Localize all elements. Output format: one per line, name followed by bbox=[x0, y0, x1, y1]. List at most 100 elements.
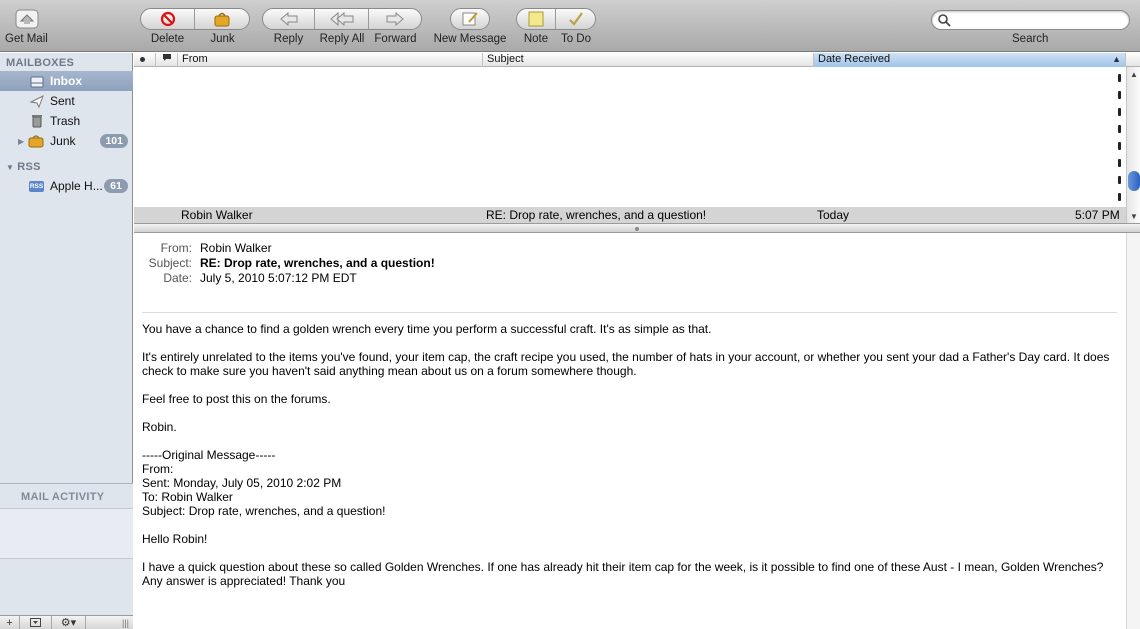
sidebar-item-label: Sent bbox=[50, 94, 75, 108]
search-label: Search bbox=[1012, 33, 1049, 45]
get-mail-button[interactable]: Get Mail bbox=[5, 8, 48, 45]
sidebar-resize-handle[interactable]: ||| bbox=[86, 616, 133, 629]
unread-dot-icon bbox=[140, 57, 145, 62]
rss-header[interactable]: ▼ RSS bbox=[6, 161, 41, 173]
sidebar: MAILBOXES Inbox Sent Trash ▶ Junk 101 ▼ R… bbox=[0, 53, 133, 629]
forward-button[interactable] bbox=[369, 9, 421, 29]
junk-label: Junk bbox=[210, 33, 235, 45]
get-mail-label: Get Mail bbox=[5, 33, 48, 45]
from-column-header[interactable]: From bbox=[178, 53, 483, 67]
gear-icon: ⚙▾ bbox=[60, 617, 77, 629]
sidebar-item-label: Inbox bbox=[50, 74, 82, 88]
mailboxes-header: MAILBOXES bbox=[6, 57, 75, 69]
toolbar: Get Mail Delete Junk Reply Reply All For… bbox=[0, 0, 1140, 52]
add-mailbox-button[interactable]: + bbox=[0, 616, 20, 629]
mail-activity-panel: MAIL ACTIVITY bbox=[0, 483, 133, 629]
message-scrollbar[interactable] bbox=[1126, 233, 1140, 629]
flag-icon bbox=[1118, 176, 1121, 184]
splitter-grip-icon bbox=[635, 227, 639, 231]
reply-arrow-icon bbox=[279, 12, 298, 26]
disclosure-triangle-icon[interactable]: ▶ bbox=[18, 137, 24, 146]
junk-button[interactable] bbox=[195, 9, 249, 29]
disclosure-triangle-icon[interactable]: ▼ bbox=[6, 163, 14, 172]
inbox-tray-icon bbox=[30, 76, 44, 87]
reply-label: Reply bbox=[273, 33, 304, 45]
note-button[interactable] bbox=[517, 9, 557, 29]
row-time: 5:07 PM bbox=[1075, 208, 1120, 222]
from-value[interactable]: Robin Walker bbox=[200, 241, 272, 255]
selected-message-row[interactable]: Robin Walker RE: Drop rate, wrenches, an… bbox=[134, 207, 1126, 223]
sidebar-item-sent[interactable]: Sent bbox=[0, 91, 133, 111]
flag-icon bbox=[1118, 74, 1121, 82]
body-paragraph: I have a quick question about these so c… bbox=[142, 560, 1104, 574]
body-paragraph: Any answer is appreciated! Thank you bbox=[142, 574, 346, 588]
replied-column[interactable] bbox=[156, 53, 178, 67]
delete-button[interactable] bbox=[141, 9, 196, 29]
message-list-scrollbar[interactable]: ▲ ▼ bbox=[1126, 67, 1140, 223]
sort-ascending-icon: ▲ bbox=[1112, 54, 1121, 64]
row-subject: RE: Drop rate, wrenches, and a question! bbox=[486, 208, 707, 222]
original-from: From: bbox=[142, 462, 174, 476]
note-icon bbox=[528, 11, 544, 27]
mail-activity-header: MAIL ACTIVITY bbox=[21, 491, 105, 503]
reply-all-button[interactable] bbox=[315, 9, 369, 29]
unread-count-badge: 61 bbox=[104, 179, 128, 193]
sidebar-item-label: Junk bbox=[50, 134, 76, 148]
sidebar-item-inbox[interactable]: Inbox bbox=[0, 71, 133, 91]
sidebar-action-bar: + ⚙▾ ||| bbox=[0, 615, 133, 629]
date-received-column-header[interactable]: Date Received ▲ bbox=[814, 53, 1126, 67]
flag-icon bbox=[1118, 125, 1121, 133]
message-viewer: From: Robin Walker Subject: RE: Drop rat… bbox=[134, 233, 1140, 629]
date-value: July 5, 2010 5:07:12 PM EDT bbox=[200, 271, 357, 285]
reply-button[interactable] bbox=[263, 9, 316, 29]
show-hide-button[interactable] bbox=[20, 616, 52, 629]
date-key: Date: bbox=[163, 271, 192, 285]
sidebar-item-label: Trash bbox=[50, 114, 81, 128]
trash-can-icon bbox=[32, 115, 42, 128]
plus-icon: + bbox=[6, 616, 13, 629]
unread-count-badge: 101 bbox=[100, 134, 128, 148]
scroll-down-arrow-icon[interactable]: ▼ bbox=[1127, 209, 1140, 223]
pane-splitter[interactable] bbox=[134, 223, 1140, 233]
scroll-up-arrow-icon[interactable]: ▲ bbox=[1127, 67, 1140, 81]
message-list-header: From Subject Date Received ▲ bbox=[134, 53, 1140, 67]
message-list[interactable] bbox=[134, 67, 1126, 207]
sidebar-item-trash[interactable]: Trash bbox=[0, 111, 133, 131]
scroll-thumb[interactable] bbox=[1128, 171, 1140, 191]
search-field[interactable] bbox=[931, 10, 1130, 30]
sidebar-item-apple-hot-news[interactable]: RSS Apple H... 61 bbox=[0, 176, 133, 196]
body-paragraph: You have a chance to find a golden wrenc… bbox=[142, 322, 712, 336]
subject-column-header[interactable]: Subject bbox=[483, 53, 814, 67]
note-label: Note bbox=[523, 33, 549, 45]
new-message-label: New Message bbox=[433, 33, 507, 45]
forward-label: Forward bbox=[374, 33, 417, 45]
todo-button[interactable] bbox=[556, 9, 595, 29]
read-status-column[interactable] bbox=[134, 53, 156, 67]
get-mail-icon bbox=[15, 9, 39, 29]
body-paragraph: It's entirely unrelated to the items you… bbox=[142, 350, 1110, 364]
action-menu-button[interactable]: ⚙▾ bbox=[52, 616, 86, 629]
new-message-button[interactable] bbox=[450, 8, 490, 30]
rss-feed-icon: RSS bbox=[29, 180, 44, 192]
compose-icon bbox=[462, 12, 478, 26]
original-message-header: -----Original Message----- bbox=[142, 448, 276, 462]
body-paragraph: Hello Robin! bbox=[142, 532, 208, 546]
speech-bubble-icon bbox=[163, 54, 171, 61]
row-date: Today bbox=[817, 208, 850, 222]
todo-label: To Do bbox=[560, 33, 592, 45]
original-subject: Subject: Drop rate, wrenches, and a ques… bbox=[142, 504, 386, 518]
flag-icon bbox=[1118, 91, 1121, 99]
subject-value: RE: Drop rate, wrenches, and a question! bbox=[200, 256, 435, 270]
date-received-label: Date Received bbox=[818, 53, 891, 65]
sidebar-item-junk[interactable]: ▶ Junk 101 bbox=[0, 131, 133, 151]
paper-plane-icon bbox=[30, 94, 44, 108]
body-paragraph: Feel free to post this on the forums. bbox=[142, 392, 331, 406]
search-input[interactable] bbox=[956, 13, 1121, 28]
original-to: To: Robin Walker bbox=[142, 490, 233, 504]
flag-icon bbox=[1118, 159, 1121, 167]
panel-toggle-icon bbox=[30, 618, 41, 627]
delete-icon bbox=[160, 11, 175, 27]
flag-icon bbox=[1118, 193, 1121, 201]
flag-icon bbox=[1118, 142, 1121, 150]
reply-group bbox=[262, 8, 422, 30]
